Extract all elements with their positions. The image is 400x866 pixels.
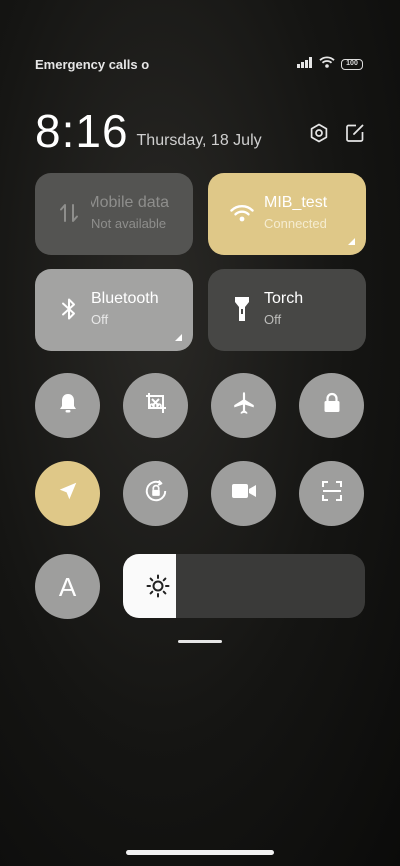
status-bar: Emergency calls o 100 — [35, 54, 363, 74]
screenshot-toggle[interactable] — [123, 373, 188, 438]
torch-title: Torch — [264, 290, 304, 307]
expand-corner-icon[interactable] — [175, 334, 182, 341]
bluetooth-tile[interactable]: Bluetooth Off — [35, 269, 193, 351]
carrier-text: Emergency calls o — [35, 56, 150, 72]
wifi-status-icon — [319, 55, 335, 73]
lock-icon — [320, 391, 344, 420]
bluetooth-status: Off — [91, 312, 109, 327]
video-toggle[interactable] — [211, 461, 276, 526]
font-size-toggle[interactable]: A — [35, 554, 100, 619]
edit-icon[interactable] — [345, 123, 365, 148]
auto-rotate-lock-icon — [143, 478, 169, 509]
clock-row: 8:16 Thursday, 18 July — [35, 104, 365, 154]
torch-status: Off — [264, 312, 282, 327]
bluetooth-title: Bluetooth — [91, 290, 159, 307]
sun-icon — [146, 574, 170, 598]
lock-toggle[interactable] — [299, 373, 364, 438]
settings-gear-icon[interactable] — [309, 123, 329, 148]
header-actions — [309, 123, 365, 148]
airplane-toggle[interactable] — [211, 373, 276, 438]
screenshot-icon — [144, 391, 168, 420]
status-icons: 100 — [297, 55, 363, 73]
mobile-data-title: Mobile data — [91, 194, 169, 211]
wifi-tile[interactable]: MIB_test Connected — [208, 173, 366, 255]
airplane-icon — [231, 390, 257, 421]
date-text: Thursday, 18 July — [136, 132, 262, 149]
video-camera-icon — [231, 481, 257, 506]
brightness-slider[interactable] — [123, 554, 365, 618]
flashlight-icon — [230, 297, 254, 321]
scan-toggle[interactable] — [299, 461, 364, 526]
home-indicator[interactable] — [126, 850, 274, 855]
auto-rotate-toggle[interactable] — [123, 461, 188, 526]
battery-icon: 100 — [341, 58, 363, 70]
location-icon — [57, 480, 79, 507]
clock-time: 8:16 — [35, 105, 129, 157]
bell-toggle[interactable] — [35, 373, 100, 438]
torch-tile[interactable]: Torch Off — [208, 269, 366, 351]
mobile-data-icon — [57, 201, 81, 225]
font-letter-label: A — [58, 571, 77, 602]
bluetooth-icon — [57, 297, 81, 321]
scan-icon — [320, 479, 344, 508]
mobile-data-status: Not available — [91, 216, 167, 231]
location-toggle[interactable] — [35, 461, 100, 526]
wifi-icon — [230, 201, 254, 225]
expand-corner-icon[interactable] — [348, 238, 355, 245]
wifi-network-name: MIB_test — [264, 194, 328, 211]
bell-icon — [56, 391, 80, 420]
panel-handle[interactable] — [178, 640, 222, 643]
wifi-status: Connected — [264, 216, 327, 231]
mobile-data-tile[interactable]: Mobile data Not available — [35, 173, 193, 255]
signal-icon — [297, 55, 313, 73]
